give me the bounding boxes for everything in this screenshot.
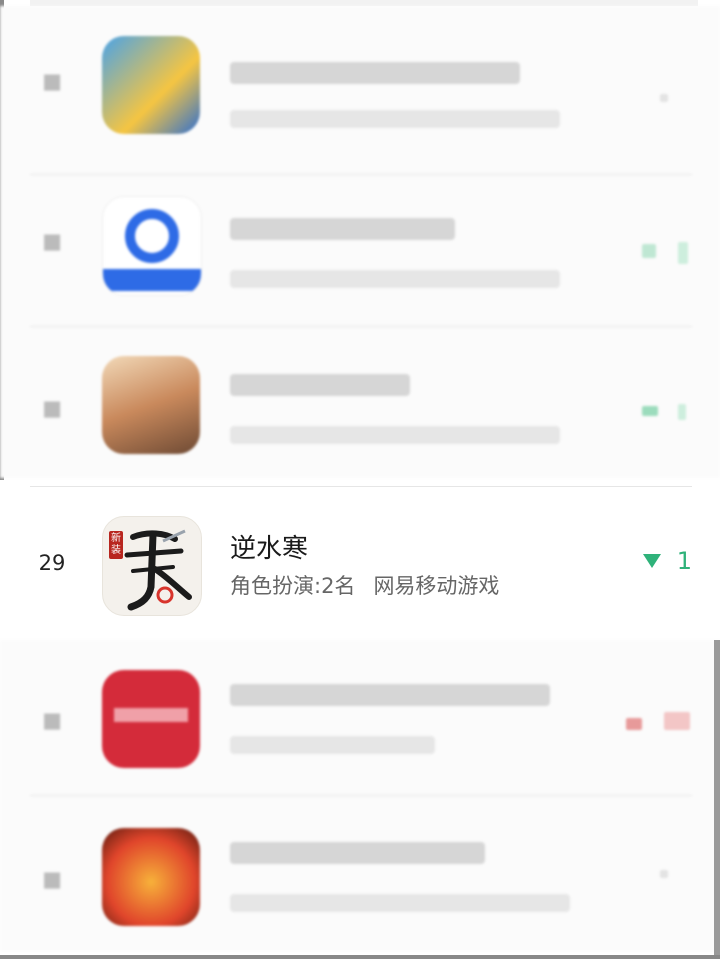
rank-change: 1 bbox=[642, 546, 692, 575]
rank-number: 29 bbox=[38, 551, 66, 575]
change-obscured bbox=[642, 406, 658, 416]
change-obscured bbox=[626, 718, 642, 730]
obscured-rows-bottom: ■ ■ bbox=[0, 640, 720, 952]
change-obscured bbox=[642, 244, 656, 258]
rank-number-obscured: ■ bbox=[42, 69, 62, 93]
change-obscured bbox=[664, 712, 690, 730]
app-icon-obscured bbox=[102, 196, 202, 296]
rank-number-obscured: ■ bbox=[42, 708, 62, 732]
change-obscured bbox=[660, 870, 668, 878]
subtitle-obscured bbox=[230, 270, 560, 288]
app-icon-obscured bbox=[102, 670, 200, 768]
list-item-obscured[interactable]: ■ bbox=[30, 176, 698, 326]
down-arrow-icon bbox=[642, 554, 661, 568]
scrollbar[interactable] bbox=[714, 640, 720, 959]
window-edge-bottom bbox=[0, 955, 720, 959]
icon-band bbox=[114, 708, 188, 722]
title-obscured bbox=[230, 374, 410, 396]
app-title[interactable]: 逆水寒 bbox=[230, 528, 308, 565]
subtitle-obscured bbox=[230, 894, 570, 912]
list-item-featured[interactable]: 29 新装 逆水寒 角色扮演:2名 网易移动游戏 1 bbox=[30, 488, 698, 638]
rank-change-value: 1 bbox=[676, 547, 692, 575]
list-item-obscured[interactable]: ■ bbox=[30, 798, 698, 948]
icon-band bbox=[103, 269, 201, 291]
list-item-obscured[interactable]: ■ bbox=[30, 328, 698, 478]
divider bbox=[30, 174, 692, 175]
change-obscured bbox=[678, 242, 688, 264]
app-icon-obscured bbox=[102, 36, 200, 134]
subtitle-obscured bbox=[230, 110, 560, 128]
rank-number-obscured: ■ bbox=[42, 396, 62, 420]
category-rank: 角色扮演:2名 bbox=[230, 574, 356, 598]
rank-number-obscured: ■ bbox=[42, 229, 62, 253]
divider bbox=[30, 486, 692, 487]
ring-icon bbox=[125, 209, 179, 263]
change-obscured bbox=[660, 94, 668, 102]
app-icon-obscured bbox=[102, 356, 200, 454]
app-icon-obscured bbox=[102, 828, 200, 926]
obscured-rows-top: ■ ■ ■ bbox=[0, 6, 720, 478]
list-item-obscured[interactable]: ■ bbox=[30, 6, 698, 156]
title-obscured bbox=[230, 218, 455, 240]
subtitle-obscured bbox=[230, 426, 560, 444]
nishuihan-app-icon[interactable]: 新装 bbox=[102, 516, 202, 616]
divider bbox=[30, 795, 692, 796]
rank-number-obscured: ■ bbox=[42, 867, 62, 891]
change-obscured bbox=[678, 404, 686, 420]
title-obscured bbox=[230, 62, 520, 84]
developer-name: 网易移动游戏 bbox=[373, 574, 500, 598]
list-item-obscured[interactable]: ■ bbox=[30, 640, 698, 790]
divider bbox=[30, 326, 692, 327]
title-obscured bbox=[230, 842, 485, 864]
subtitle-obscured bbox=[230, 736, 435, 754]
title-obscured bbox=[230, 684, 550, 706]
icon-badge: 新装 bbox=[109, 531, 123, 559]
app-subtitle: 角色扮演:2名 网易移动游戏 bbox=[230, 570, 499, 600]
